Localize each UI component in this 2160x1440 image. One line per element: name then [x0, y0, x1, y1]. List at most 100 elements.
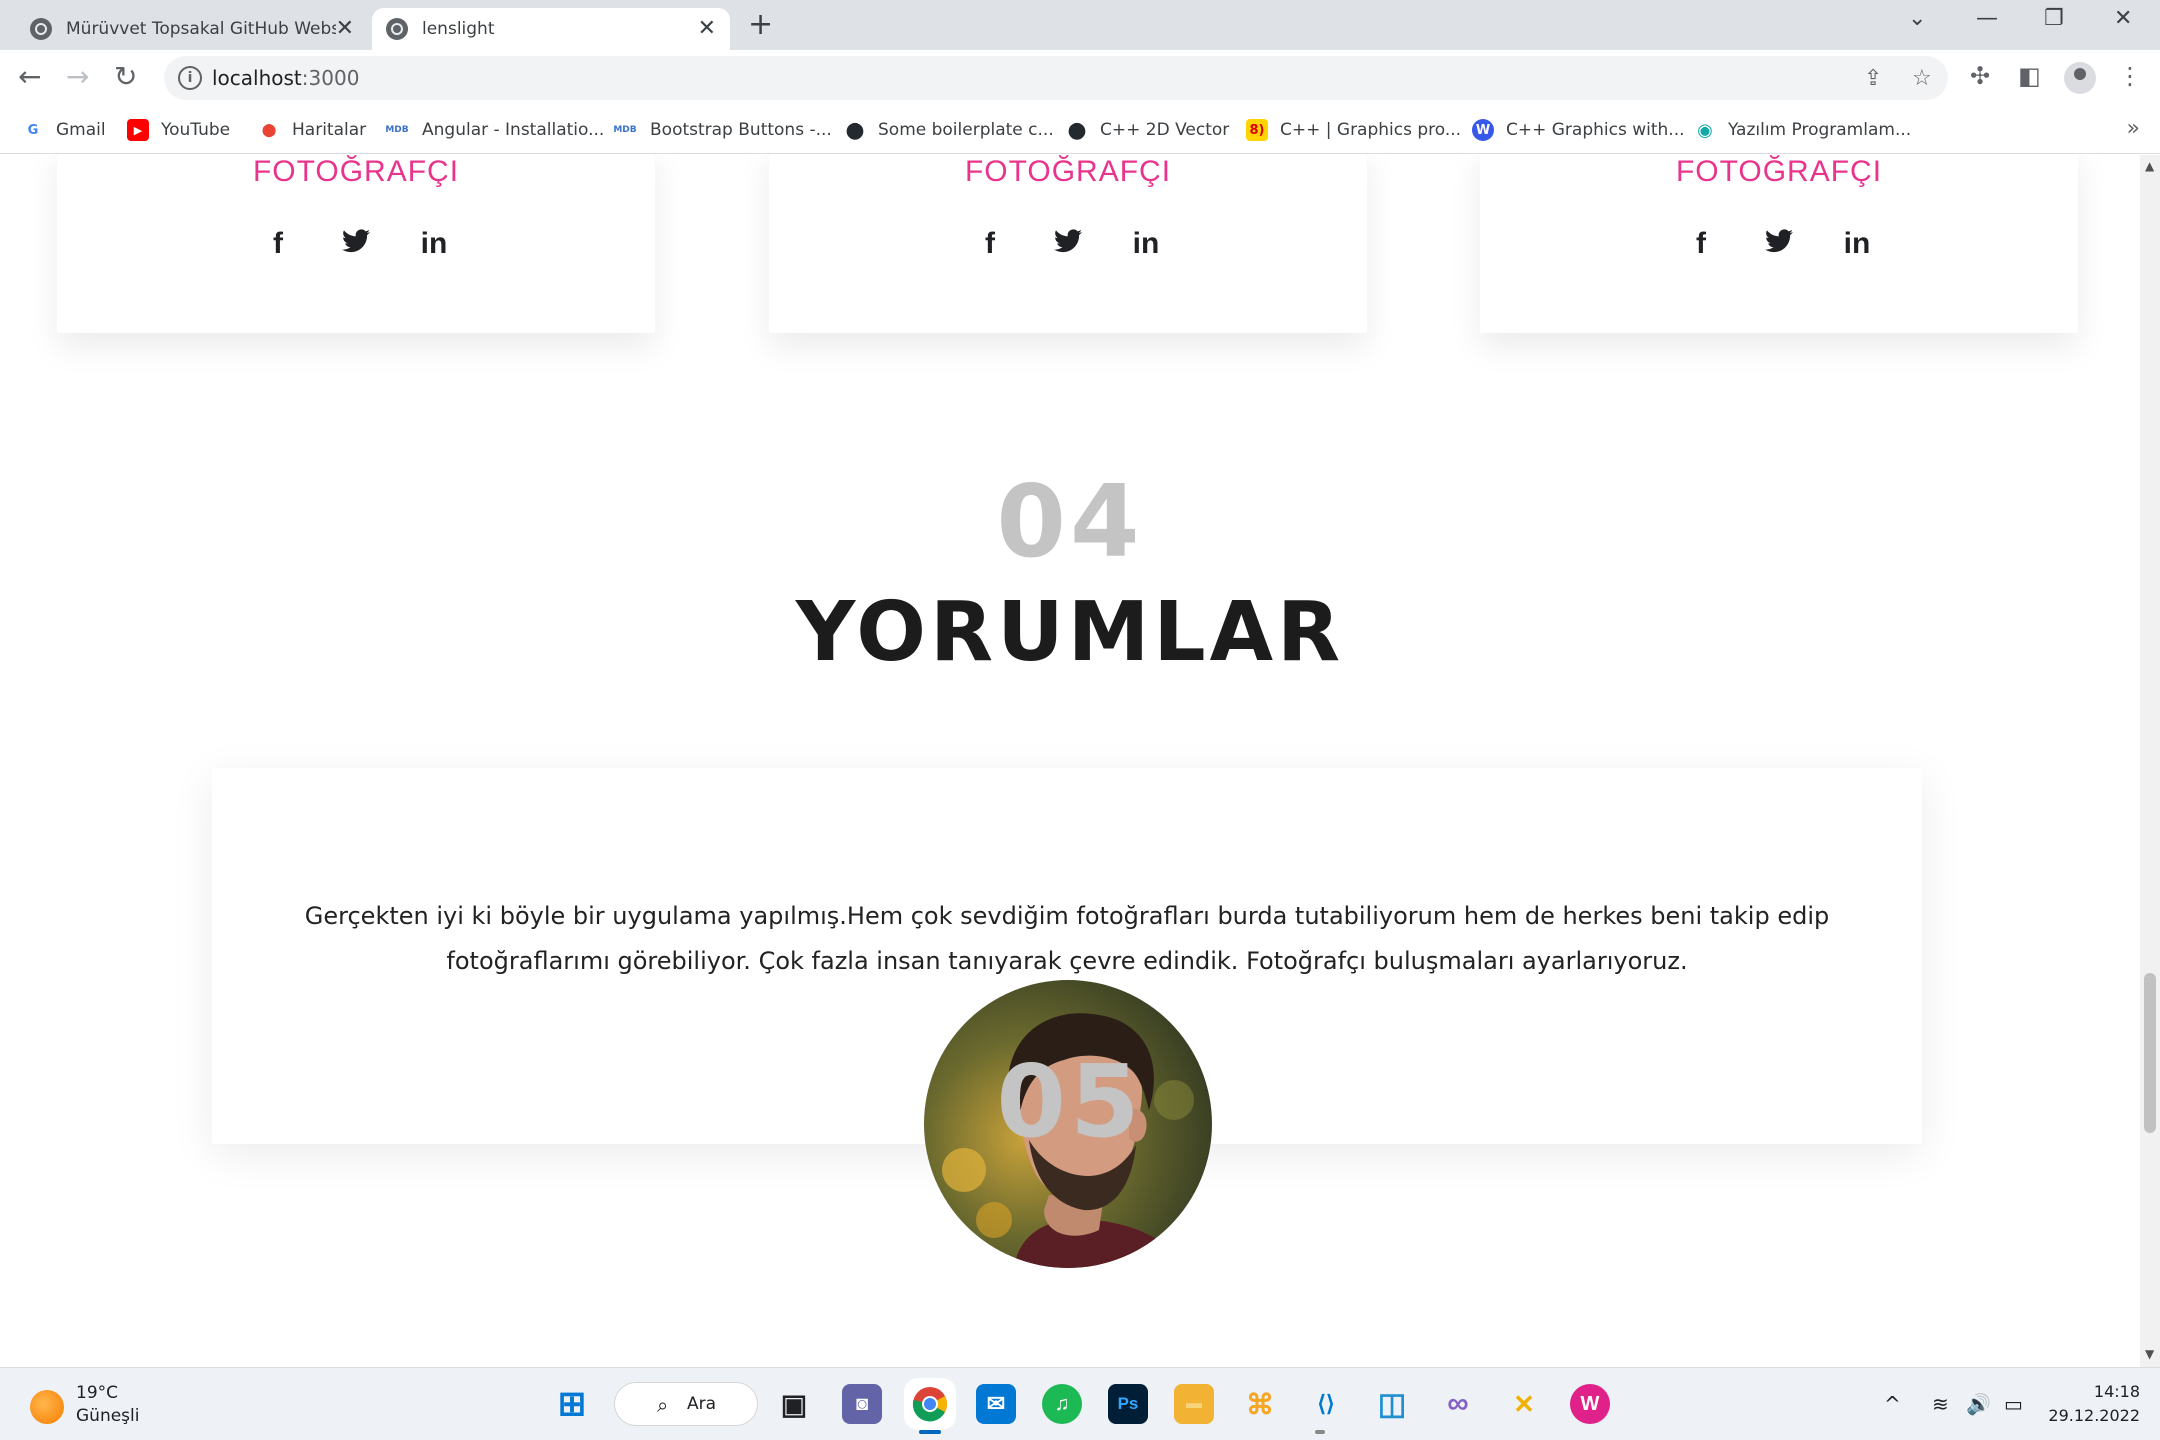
mail-icon[interactable]: ✉	[976, 1384, 1016, 1424]
back-button[interactable]: ←	[18, 62, 41, 92]
tab-close-icon[interactable]: ✕	[698, 16, 716, 42]
tab-search-icon[interactable]: ⌄	[1908, 6, 1926, 31]
team-card: FOTOĞRAFÇI f in	[57, 155, 655, 333]
tab-strip: Mürüvvet Topsakal GitHub Websi ✕ lenslig…	[0, 0, 2160, 50]
window-close-icon[interactable]: ✕	[2114, 6, 2132, 31]
url-text[interactable]: localhost:3000	[212, 66, 359, 90]
maps-pin-icon: ⬤	[261, 122, 277, 138]
bookmark-label: Gmail	[56, 120, 106, 140]
wamp-icon[interactable]: W	[1570, 1384, 1610, 1424]
github-icon: ●	[1067, 117, 1087, 143]
new-tab-button[interactable]: +	[748, 10, 773, 40]
file-explorer-icon[interactable]: ▬	[1174, 1384, 1214, 1424]
task-view-icon[interactable]: ▣	[774, 1384, 814, 1424]
tray-overflow-icon[interactable]: ^	[1884, 1392, 1901, 1416]
team-role: FOTOĞRAFÇI	[1675, 155, 1883, 188]
bookmark-label: C++ Graphics with...	[1506, 120, 1685, 140]
facebook-icon[interactable]: f	[1684, 227, 1718, 261]
site-info-icon[interactable]: i	[178, 66, 202, 90]
reload-button[interactable]: ↻	[114, 62, 137, 92]
bookmark-gmail[interactable]: G Gmail	[22, 116, 106, 144]
wifi-icon[interactable]: ≋	[1932, 1392, 1949, 1416]
open-app-indicator	[1315, 1430, 1325, 1434]
search-icon: ⌕	[657, 1393, 669, 1417]
start-icon[interactable]: ⊞	[552, 1384, 592, 1424]
bookmark-label: C++ | Graphics pro...	[1280, 120, 1462, 140]
bookmark-cpp-graphics-with[interactable]: W C++ Graphics with...	[1472, 116, 1685, 144]
clock-time[interactable]: 14:18	[2080, 1382, 2140, 1401]
virtualbox-icon[interactable]: ◫	[1372, 1384, 1412, 1424]
workflow-app-icon[interactable]: ⌘	[1240, 1384, 1280, 1424]
bookmarks-overflow-icon[interactable]: »	[2127, 116, 2140, 141]
weather-description[interactable]: Güneşli	[76, 1406, 139, 1426]
volume-icon[interactable]: 🔊	[1966, 1392, 1991, 1416]
bookmark-boilerplate[interactable]: ● Some boilerplate c...	[844, 116, 1054, 144]
scroll-down-icon[interactable]: ▼	[2145, 1347, 2154, 1361]
social-links: f in	[1480, 227, 2078, 261]
bookmark-label: C++ 2D Vector	[1100, 120, 1230, 140]
tab-close-icon[interactable]: ✕	[336, 16, 354, 42]
photoshop-icon[interactable]: Ps	[1108, 1384, 1148, 1424]
dev-tool-icon[interactable]: ✕	[1504, 1384, 1544, 1424]
forward-button[interactable]: →	[66, 62, 89, 92]
weather-temperature[interactable]: 19°C	[76, 1383, 118, 1403]
linkedin-icon[interactable]: in	[1129, 227, 1163, 261]
mdb-icon: MDB	[385, 125, 409, 135]
url-host: localhost	[212, 66, 302, 90]
twitter-icon[interactable]	[339, 227, 373, 261]
twitter-icon[interactable]	[1762, 227, 1796, 261]
bookmark-youtube[interactable]: ▶ YouTube	[127, 116, 230, 144]
vscode-icon[interactable]: ⟨⟩	[1306, 1384, 1346, 1424]
tab-lenslight[interactable]: lenslight ✕	[372, 8, 730, 50]
bookmark-label: Yazılım Programlam...	[1728, 120, 1912, 140]
bookmark-yazilim[interactable]: ◉ Yazılım Programlam...	[1694, 116, 1911, 144]
teams-chat-icon[interactable]: ◙	[842, 1384, 882, 1424]
bookmark-cpp-2d-vector[interactable]: ● C++ 2D Vector	[1066, 116, 1229, 144]
clock-date[interactable]: 29.12.2022	[2036, 1406, 2140, 1425]
next-section-number: 05	[996, 1043, 1144, 1160]
visual-studio-icon[interactable]: ∞	[1438, 1384, 1478, 1424]
testimonial-line: Gerçekten iyi ki böyle bir uygulama yapı…	[304, 902, 1830, 930]
menu-kebab-icon[interactable]: ⋮	[2118, 62, 2142, 90]
taskbar-search[interactable]: ⌕ Ara	[614, 1382, 758, 1426]
address-bar[interactable]: i localhost:3000 ⇪ ☆	[164, 56, 1948, 100]
github-icon: ●	[845, 117, 865, 143]
linkedin-icon[interactable]: in	[1840, 227, 1874, 261]
share-icon[interactable]: ⇪	[1864, 66, 1882, 91]
facebook-icon[interactable]: f	[261, 227, 295, 261]
bookmark-label: Angular - Installatio...	[422, 120, 605, 140]
bookmark-label: Some boilerplate c...	[878, 120, 1054, 140]
url-port: :3000	[301, 66, 360, 90]
facebook-icon[interactable]: f	[973, 227, 1007, 261]
linkedin-icon[interactable]: in	[417, 227, 451, 261]
globe-icon	[386, 18, 408, 40]
scrollbar-thumb[interactable]	[2144, 973, 2156, 1133]
bookmarks-bar: G Gmail ▶ YouTube ⬤ Haritalar MDB Angula…	[0, 106, 2160, 154]
tab-github-website[interactable]: Mürüvvet Topsakal GitHub Websi ✕	[16, 8, 368, 50]
bookmark-bootstrap[interactable]: MDB Bootstrap Buttons -...	[612, 116, 831, 144]
testimonial-text: Gerçekten iyi ki böyle bir uygulama yapı…	[292, 894, 1842, 984]
eye-icon: ◉	[1697, 119, 1713, 141]
chrome-icon[interactable]	[910, 1384, 950, 1424]
bookmark-label: YouTube	[161, 120, 231, 140]
scroll-up-icon[interactable]: ▲	[2145, 159, 2154, 173]
team-role: FOTOĞRAFÇI	[964, 155, 1172, 188]
bookmark-cpp-graphics-pro[interactable]: 8) C++ | Graphics pro...	[1246, 116, 1461, 144]
page-scrollbar[interactable]: ▲ ▼	[2140, 155, 2160, 1367]
team-card: FOTOĞRAFÇI f in	[1480, 155, 2078, 333]
bookmark-star-icon[interactable]: ☆	[1912, 66, 1932, 91]
weather-sun-icon[interactable]	[30, 1390, 64, 1424]
minimize-icon[interactable]: —	[1976, 6, 1998, 31]
bookmark-haritalar[interactable]: ⬤ Haritalar	[258, 116, 366, 144]
restore-icon[interactable]: ❐	[2044, 6, 2064, 31]
bookmark-angular[interactable]: MDB Angular - Installatio...	[384, 116, 604, 144]
profile-icon[interactable]	[2064, 62, 2096, 94]
side-panel-icon[interactable]: ◧	[2018, 62, 2041, 90]
bookmark-label: Haritalar	[292, 120, 367, 140]
spotify-icon[interactable]: ♫	[1042, 1384, 1082, 1424]
section-number: 04	[996, 463, 1144, 580]
extensions-icon[interactable]: ✣	[1970, 62, 1990, 90]
battery-icon[interactable]: ▭	[2004, 1392, 2023, 1416]
social-links: f in	[769, 227, 1367, 261]
twitter-icon[interactable]	[1051, 227, 1085, 261]
